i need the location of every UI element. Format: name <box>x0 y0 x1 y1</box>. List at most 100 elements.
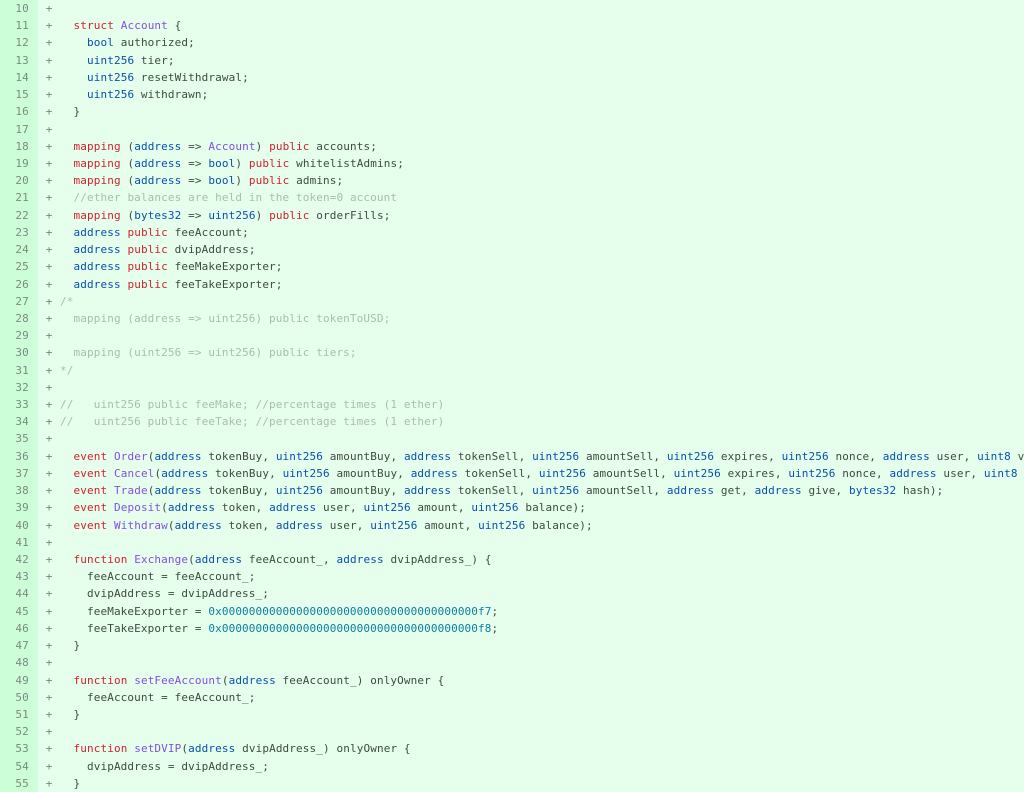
diff-line[interactable]: 28+ mapping (address => uint256) public … <box>0 310 1024 327</box>
diff-line[interactable]: 50+ feeAccount = feeAccount_; <box>0 689 1024 706</box>
code-content[interactable]: mapping (address => Account) public acco… <box>60 138 1024 155</box>
line-number[interactable]: 17 <box>0 121 38 138</box>
line-number[interactable]: 51 <box>0 706 38 723</box>
diff-line[interactable]: 12+ bool authorized; <box>0 34 1024 51</box>
diff-line[interactable]: 14+ uint256 resetWithdrawal; <box>0 69 1024 86</box>
diff-line[interactable]: 54+ dvipAddress = dvipAddress_; <box>0 758 1024 775</box>
diff-line[interactable]: 29+ <box>0 327 1024 344</box>
code-content[interactable]: event Order(address tokenBuy, uint256 am… <box>60 448 1024 465</box>
code-content[interactable]: feeAccount = feeAccount_; <box>60 568 1024 585</box>
line-number[interactable]: 41 <box>0 534 38 551</box>
diff-line[interactable]: 45+ feeMakeExporter = 0x0000000000000000… <box>0 603 1024 620</box>
diff-line[interactable]: 25+ address public feeMakeExporter; <box>0 258 1024 275</box>
line-number[interactable]: 38 <box>0 482 38 499</box>
diff-line[interactable]: 31+*/ <box>0 362 1024 379</box>
code-content[interactable]: } <box>60 775 1024 792</box>
code-content[interactable]: mapping (uint256 => uint256) public tier… <box>60 344 1024 361</box>
line-number[interactable]: 34 <box>0 413 38 430</box>
line-number[interactable]: 30 <box>0 344 38 361</box>
code-content[interactable]: event Cancel(address tokenBuy, uint256 a… <box>60 465 1024 482</box>
diff-line[interactable]: 30+ mapping (uint256 => uint256) public … <box>0 344 1024 361</box>
line-number[interactable]: 50 <box>0 689 38 706</box>
diff-line[interactable]: 39+ event Deposit(address token, address… <box>0 499 1024 516</box>
code-content[interactable]: event Trade(address tokenBuy, uint256 am… <box>60 482 1024 499</box>
line-number[interactable]: 35 <box>0 430 38 447</box>
code-content[interactable] <box>60 379 1024 396</box>
line-number[interactable]: 54 <box>0 758 38 775</box>
diff-line[interactable]: 13+ uint256 tier; <box>0 52 1024 69</box>
code-content[interactable] <box>60 0 1024 17</box>
diff-line[interactable]: 21+ //ether balances are held in the tok… <box>0 189 1024 206</box>
line-number[interactable]: 39 <box>0 499 38 516</box>
code-content[interactable]: } <box>60 706 1024 723</box>
diff-line[interactable]: 40+ event Withdraw(address token, addres… <box>0 517 1024 534</box>
diff-line[interactable]: 35+ <box>0 430 1024 447</box>
diff-line[interactable]: 46+ feeTakeExporter = 0x0000000000000000… <box>0 620 1024 637</box>
line-number[interactable]: 11 <box>0 17 38 34</box>
line-number[interactable]: 33 <box>0 396 38 413</box>
code-content[interactable]: } <box>60 103 1024 120</box>
diff-line[interactable]: 33+// uint256 public feeMake; //percenta… <box>0 396 1024 413</box>
code-content[interactable] <box>60 327 1024 344</box>
line-number[interactable]: 55 <box>0 775 38 792</box>
code-content[interactable] <box>60 430 1024 447</box>
diff-line[interactable]: 10+ <box>0 0 1024 17</box>
line-number[interactable]: 10 <box>0 0 38 17</box>
line-number[interactable]: 43 <box>0 568 38 585</box>
diff-line[interactable]: 51+ } <box>0 706 1024 723</box>
line-number[interactable]: 16 <box>0 103 38 120</box>
line-number[interactable]: 14 <box>0 69 38 86</box>
code-content[interactable]: struct Account { <box>60 17 1024 34</box>
diff-line[interactable]: 26+ address public feeTakeExporter; <box>0 276 1024 293</box>
code-content[interactable]: mapping (address => uint256) public toke… <box>60 310 1024 327</box>
diff-line[interactable]: 55+ } <box>0 775 1024 792</box>
code-content[interactable] <box>60 534 1024 551</box>
line-number[interactable]: 20 <box>0 172 38 189</box>
diff-line[interactable]: 17+ <box>0 121 1024 138</box>
line-number[interactable]: 21 <box>0 189 38 206</box>
code-content[interactable]: event Deposit(address token, address use… <box>60 499 1024 516</box>
line-number[interactable]: 49 <box>0 672 38 689</box>
line-number[interactable]: 25 <box>0 258 38 275</box>
diff-line[interactable]: 18+ mapping (address => Account) public … <box>0 138 1024 155</box>
diff-line[interactable]: 36+ event Order(address tokenBuy, uint25… <box>0 448 1024 465</box>
line-number[interactable]: 52 <box>0 723 38 740</box>
code-content[interactable]: feeMakeExporter = 0x00000000000000000000… <box>60 603 1024 620</box>
diff-line[interactable]: 11+ struct Account { <box>0 17 1024 34</box>
line-number[interactable]: 40 <box>0 517 38 534</box>
diff-line[interactable]: 27+/* <box>0 293 1024 310</box>
code-content[interactable] <box>60 121 1024 138</box>
diff-line[interactable]: 47+ } <box>0 637 1024 654</box>
line-number[interactable]: 47 <box>0 637 38 654</box>
code-content[interactable]: address public feeTakeExporter; <box>60 276 1024 293</box>
code-content[interactable]: mapping (address => bool) public whiteli… <box>60 155 1024 172</box>
code-content[interactable]: uint256 tier; <box>60 52 1024 69</box>
diff-line[interactable]: 16+ } <box>0 103 1024 120</box>
line-number[interactable]: 18 <box>0 138 38 155</box>
diff-line[interactable]: 22+ mapping (bytes32 => uint256) public … <box>0 207 1024 224</box>
line-number[interactable]: 45 <box>0 603 38 620</box>
diff-line[interactable]: 38+ event Trade(address tokenBuy, uint25… <box>0 482 1024 499</box>
line-number[interactable]: 26 <box>0 276 38 293</box>
code-content[interactable]: function Exchange(address feeAccount_, a… <box>60 551 1024 568</box>
line-number[interactable]: 28 <box>0 310 38 327</box>
diff-line[interactable]: 20+ mapping (address => bool) public adm… <box>0 172 1024 189</box>
code-content[interactable]: address public feeMakeExporter; <box>60 258 1024 275</box>
diff-line[interactable]: 34+// uint256 public feeTake; //percenta… <box>0 413 1024 430</box>
diff-line[interactable]: 15+ uint256 withdrawn; <box>0 86 1024 103</box>
line-number[interactable]: 32 <box>0 379 38 396</box>
line-number[interactable]: 53 <box>0 740 38 757</box>
code-content[interactable]: uint256 withdrawn; <box>60 86 1024 103</box>
diff-line[interactable]: 42+ function Exchange(address feeAccount… <box>0 551 1024 568</box>
diff-line[interactable]: 19+ mapping (address => bool) public whi… <box>0 155 1024 172</box>
line-number[interactable]: 44 <box>0 585 38 602</box>
diff-line[interactable]: 43+ feeAccount = feeAccount_; <box>0 568 1024 585</box>
code-content[interactable]: mapping (address => bool) public admins; <box>60 172 1024 189</box>
diff-line[interactable]: 53+ function setDVIP(address dvipAddress… <box>0 740 1024 757</box>
line-number[interactable]: 24 <box>0 241 38 258</box>
line-number[interactable]: 46 <box>0 620 38 637</box>
diff-line[interactable]: 23+ address public feeAccount; <box>0 224 1024 241</box>
line-number[interactable]: 37 <box>0 465 38 482</box>
code-content[interactable]: dvipAddress = dvipAddress_; <box>60 585 1024 602</box>
code-content[interactable]: function setDVIP(address dvipAddress_) o… <box>60 740 1024 757</box>
